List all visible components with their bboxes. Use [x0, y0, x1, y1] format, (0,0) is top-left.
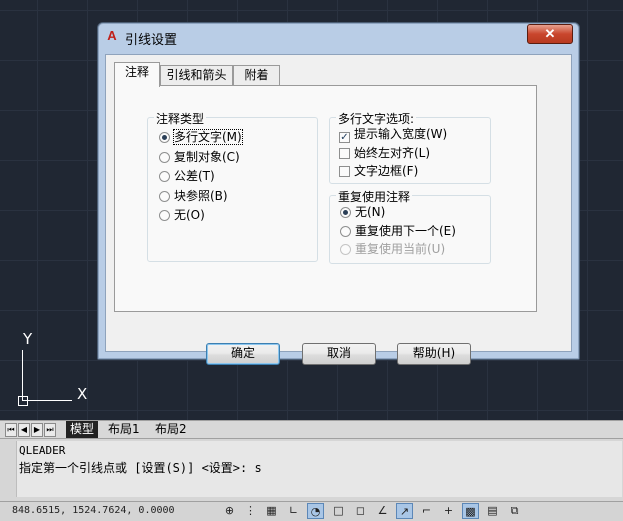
- radio-label: 无(N): [355, 205, 386, 219]
- layout-tab-layout1[interactable]: 布局1: [104, 421, 144, 438]
- 3d-object-snap-icon[interactable]: ◻: [352, 503, 369, 519]
- radio-reuse-current[interactable]: 重复使用当前(U): [340, 241, 445, 257]
- radio-indicator: [159, 171, 170, 182]
- tab-panel-annotation: 注释类型 多行文字(M) 复制对象(C) 公差(T) 块参照(B) 无(O) 多…: [114, 85, 537, 312]
- checkbox-indicator: [339, 148, 350, 159]
- tab-leader-arrow[interactable]: 引线和箭头: [160, 65, 233, 86]
- object-snap-tracking-icon[interactable]: ∠: [374, 503, 391, 519]
- radio-label: 块参照(B): [174, 189, 228, 203]
- ucs-x-axis: [22, 400, 72, 401]
- tab-attachment[interactable]: 附着: [233, 65, 280, 86]
- radio-indicator: [159, 191, 170, 202]
- checkbox-frame-text[interactable]: 文字边框(F): [339, 163, 418, 179]
- dialog-client: 注释 引线和箭头 附着 注释类型 多行文字(M) 复制对象(C) 公差(T) 块…: [105, 54, 572, 365]
- dialog-titlebar[interactable]: A 引线设置 ✕: [98, 23, 579, 49]
- layout-tab-layout2[interactable]: 布局2: [151, 421, 191, 438]
- help-button[interactable]: 帮助(H): [397, 343, 471, 365]
- coordinates-readout: 848.6515, 1524.7624, 0.0000: [12, 505, 175, 516]
- radio-indicator: [340, 244, 351, 255]
- checkbox-indicator: ✓: [339, 132, 350, 143]
- radio-reuse-next[interactable]: 重复使用下一个(E): [340, 223, 456, 239]
- mtext-options-group: 多行文字选项: ✓ 提示输入宽度(W) 始终左对齐(L) 文字边框(F): [329, 110, 491, 184]
- radio-label: 重复使用当前(U): [355, 242, 446, 256]
- ucs-x-label: X: [77, 385, 88, 403]
- radio-tolerance[interactable]: 公差(T): [159, 168, 215, 184]
- layout-tab-model[interactable]: 模型: [66, 421, 99, 438]
- annotation-type-group: 注释类型 多行文字(M) 复制对象(C) 公差(T) 块参照(B) 无(O): [147, 110, 318, 262]
- radio-block-reference[interactable]: 块参照(B): [159, 188, 228, 204]
- reuse-annotation-title: 重复使用注释: [336, 188, 413, 205]
- checkbox-label: 文字边框(F): [354, 164, 419, 178]
- radio-indicator: [340, 207, 351, 218]
- checkbox-label: 始终左对齐(L): [354, 146, 431, 160]
- radio-indicator: [159, 210, 170, 221]
- annotation-type-title: 注释类型: [154, 110, 207, 127]
- quick-properties-icon[interactable]: ▤: [484, 503, 501, 519]
- snap-mode-icon[interactable]: ⋮: [242, 503, 259, 519]
- dialog-title: 引线设置: [125, 33, 178, 48]
- command-window: QLEADER 指定第一个引线点或 [设置(S)] <设置>: s: [0, 439, 623, 501]
- radio-indicator: [159, 152, 170, 163]
- prev-tab-icon[interactable]: ◀: [18, 423, 30, 437]
- radio-label: 公差(T): [174, 169, 215, 183]
- ok-button[interactable]: 确定: [206, 343, 280, 365]
- autocad-app-icon: A: [107, 28, 117, 43]
- checkbox-label: 提示输入宽度(W): [354, 127, 448, 141]
- radio-reuse-none[interactable]: 无(N): [340, 204, 385, 220]
- close-button[interactable]: ✕: [527, 24, 573, 44]
- ortho-mode-icon[interactable]: ∟: [285, 503, 302, 519]
- ucs-y-label: Y: [23, 330, 33, 348]
- grid-display-icon[interactable]: ▦: [263, 503, 280, 519]
- command-text-area[interactable]: QLEADER 指定第一个引线点或 [设置(S)] <设置>: s: [16, 441, 622, 497]
- lineweight-icon[interactable]: +: [440, 503, 457, 519]
- last-tab-icon[interactable]: ⏭: [44, 423, 56, 437]
- layout-tabs-bar: ⏮ ◀ ▶ ⏭ 模型 布局1 布局2: [0, 420, 623, 439]
- radio-label: 多行文字(M): [173, 129, 243, 145]
- ucs-origin-box: [18, 396, 28, 406]
- reuse-annotation-group: 重复使用注释 无(N) 重复使用下一个(E) 重复使用当前(U): [329, 188, 491, 264]
- selection-cycling-icon[interactable]: ⧉: [506, 503, 523, 519]
- dynamic-input-icon[interactable]: ⌐: [418, 503, 435, 519]
- radio-label: 重复使用下一个(E): [355, 224, 456, 238]
- radio-mtext[interactable]: 多行文字(M): [159, 129, 243, 145]
- next-tab-icon[interactable]: ▶: [31, 423, 43, 437]
- checkbox-always-left[interactable]: 始终左对齐(L): [339, 145, 430, 161]
- radio-none[interactable]: 无(O): [159, 207, 205, 223]
- tab-annotation[interactable]: 注释: [114, 62, 160, 87]
- radio-indicator: [159, 132, 170, 143]
- checkbox-indicator: [339, 166, 350, 177]
- ucs-y-axis: [22, 350, 23, 400]
- dynamic-ucs-icon[interactable]: ↗: [396, 503, 413, 519]
- infer-constraints-icon[interactable]: ⊕: [221, 503, 238, 519]
- radio-copy-object[interactable]: 复制对象(C): [159, 149, 240, 165]
- polar-tracking-icon[interactable]: ◔: [307, 503, 324, 519]
- cancel-button[interactable]: 取消: [302, 343, 376, 365]
- radio-label: 无(O): [174, 208, 205, 222]
- transparency-icon[interactable]: ▩: [462, 503, 479, 519]
- status-bar: 848.6515, 1524.7624, 0.0000 ⊕ ⋮ ▦ ∟ ◔ □ …: [0, 501, 623, 521]
- object-snap-icon[interactable]: □: [330, 503, 347, 519]
- command-history: QLEADER: [19, 444, 66, 457]
- mtext-options-title: 多行文字选项:: [336, 110, 417, 127]
- command-prompt: 指定第一个引线点或 [设置(S)] <设置>: s: [19, 461, 262, 475]
- checkbox-prompt-width[interactable]: ✓ 提示输入宽度(W): [339, 126, 448, 143]
- radio-label: 复制对象(C): [174, 150, 240, 164]
- radio-indicator: [340, 226, 351, 237]
- first-tab-icon[interactable]: ⏮: [5, 423, 17, 437]
- leader-settings-dialog: A 引线设置 ✕ 注释 引线和箭头 附着 注释类型 多行文字(M) 复制对象(C…: [97, 22, 580, 365]
